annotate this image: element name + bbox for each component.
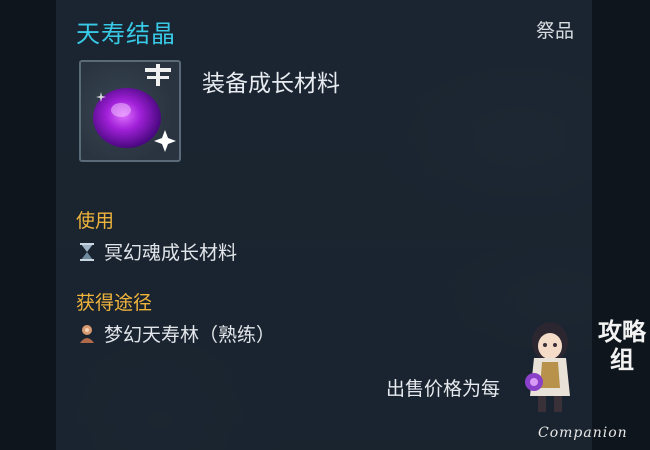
watermark-brand: Companion bbox=[538, 425, 628, 441]
sell-price-text: 出售价格为每 bbox=[386, 378, 501, 400]
left-edge bbox=[0, 0, 56, 450]
item-title: 天寿结晶 bbox=[76, 20, 176, 48]
usage-section-label: 使用 bbox=[76, 210, 115, 232]
usage-line: 冥幻魂成长材料 bbox=[76, 238, 237, 265]
acquisition-text: 梦幻天寿林（熟练） bbox=[104, 324, 276, 346]
item-category: 祭品 bbox=[535, 20, 574, 42]
acquisition-line: 梦幻天寿林（熟练） bbox=[76, 320, 275, 347]
right-edge bbox=[592, 0, 650, 450]
character-icon bbox=[76, 323, 98, 345]
mascot-illustration bbox=[512, 318, 594, 422]
usage-text: 冥幻魂成长材料 bbox=[104, 242, 238, 264]
purple-crystal-icon bbox=[79, 60, 181, 162]
hourglass-icon bbox=[76, 241, 98, 263]
acquisition-section-label: 获得途径 bbox=[76, 292, 153, 314]
watermark-site-mark: 攻略组 bbox=[598, 318, 646, 374]
item-type-label: 装备成长材料 bbox=[202, 71, 340, 97]
